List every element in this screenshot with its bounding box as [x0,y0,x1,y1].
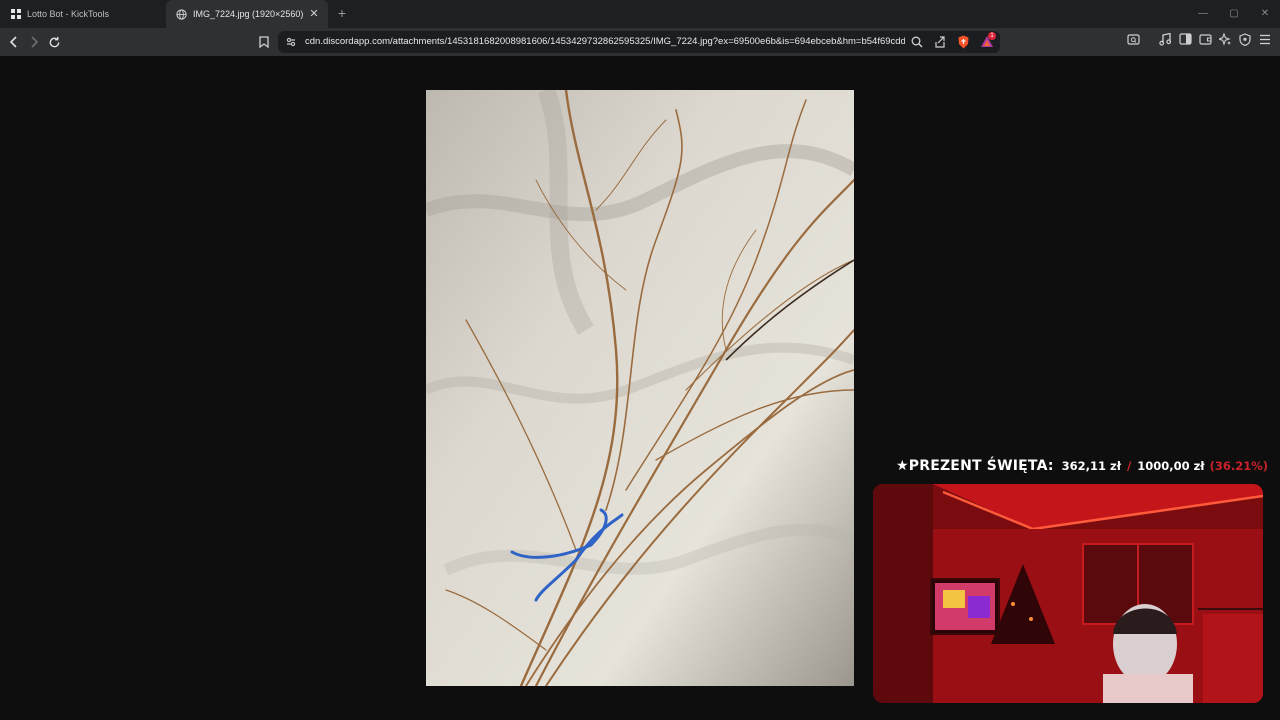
url-text[interactable]: cdn.discordapp.com/attachments/145318168… [305,31,905,53]
goal-current-amount: 362,11 zł [1061,459,1122,473]
close-tab-icon[interactable]: ✕ [308,8,320,20]
tab-title: IMG_7224.jpg (1920×2560) [193,9,304,19]
new-tab-button[interactable]: + [335,6,349,20]
tab-strip: Lotto Bot - KickTools IMG_7224.jpg (1920… [0,0,1280,28]
reload-icon [49,36,59,47]
brave-rewards-icon[interactable]: 1 [979,32,996,50]
goal-separator: / [1127,459,1132,473]
back-button[interactable] [6,34,22,50]
rewards-badge: 1 [988,32,996,40]
bookmark-icon [259,36,269,48]
webcam-scene-illustration [873,484,1263,703]
reload-button[interactable] [46,34,62,50]
toolbar: cdn.discordapp.com/attachments/145318168… [0,28,1280,56]
zoom-icon[interactable] [909,34,925,50]
globe-icon [176,8,187,20]
maximize-icon[interactable]: ▢ [1227,7,1241,21]
goal-title: ★PREZENT ŚWIĘTA: [896,458,1054,474]
webcam-overlay [873,484,1263,703]
chevron-right-icon [31,36,39,48]
grid-icon [10,9,21,20]
share-icon[interactable] [932,34,948,50]
chevron-left-icon [9,36,17,48]
address-bar[interactable]: cdn.discordapp.com/attachments/145318168… [278,31,1000,53]
tab-lotto-bot[interactable]: Lotto Bot - KickTools [0,0,162,28]
bookmark-button[interactable] [256,34,272,50]
window-close-icon[interactable]: ✕ [1258,7,1272,21]
media-music-icon[interactable] [1157,31,1173,47]
brave-shields-icon[interactable] [955,34,971,50]
forward-button[interactable] [26,34,42,50]
tab-search-icon[interactable] [1125,31,1141,47]
photo-branches-illustration [426,90,854,686]
menu-icon[interactable] [1257,31,1273,47]
displayed-image[interactable] [426,90,854,686]
tab-title: Lotto Bot - KickTools [27,9,110,19]
minimize-icon[interactable]: — [1196,7,1210,21]
goal-target-amount: 1000,00 zł [1137,459,1205,473]
leo-ai-icon[interactable] [1217,31,1233,47]
tab-image[interactable]: IMG_7224.jpg (1920×2560) ✕ [166,0,328,28]
wallet-icon[interactable] [1197,31,1213,47]
site-settings-icon[interactable] [283,34,299,50]
donation-goal-bar: ★PREZENT ŚWIĘTA: 362,11 zł / 1000,00 zł … [896,458,1268,476]
sidebar-icon[interactable] [1177,31,1193,47]
goal-percent: (36.21%) [1209,459,1268,473]
vpn-shield-icon[interactable] [1237,31,1253,47]
